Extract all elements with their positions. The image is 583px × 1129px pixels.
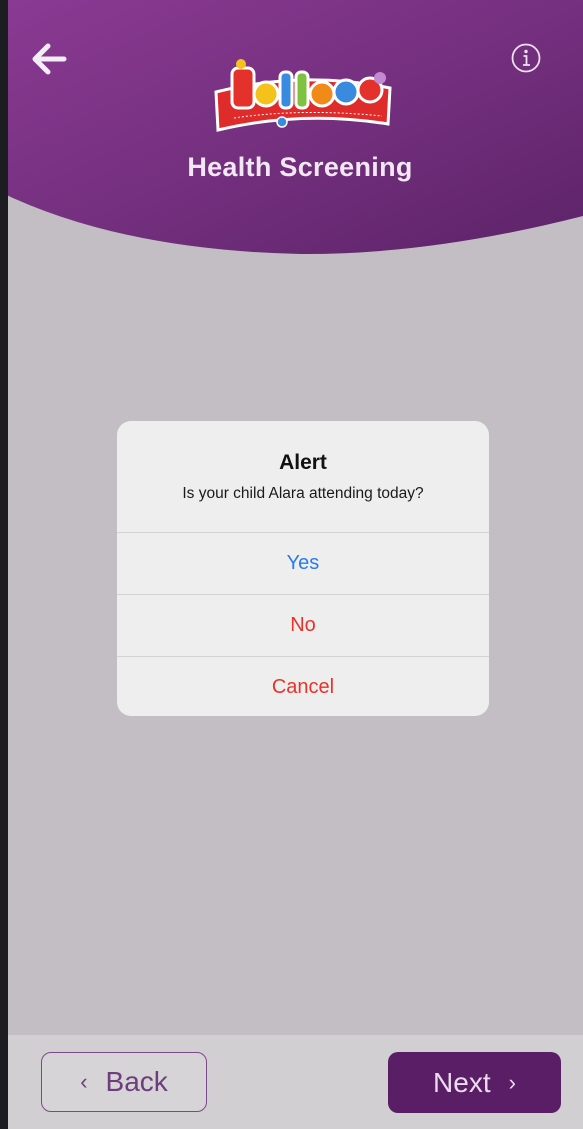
chevron-right-icon: › bbox=[508, 1069, 516, 1095]
info-circle-icon[interactable] bbox=[510, 42, 542, 74]
back-button-label: Back bbox=[105, 1066, 168, 1097]
screen: Health Screening Alert Is your child Ala… bbox=[0, 0, 583, 1129]
alert-message: Is your child Alara attending today? bbox=[182, 485, 424, 502]
next-button[interactable]: Next › bbox=[388, 1052, 561, 1113]
arrow-left-icon[interactable] bbox=[28, 38, 70, 80]
alert-title: Alert bbox=[279, 451, 327, 474]
page-title: Health Screening bbox=[187, 152, 413, 182]
alert-cancel-button[interactable]: Cancel bbox=[117, 656, 489, 716]
back-button[interactable]: ‹ Back bbox=[41, 1052, 207, 1112]
alert-yes-button[interactable]: Yes bbox=[117, 532, 489, 593]
next-button-label: Next bbox=[433, 1066, 491, 1098]
chevron-left-icon: ‹ bbox=[80, 1069, 88, 1094]
lullaboo-logo bbox=[214, 59, 392, 132]
alert-no-button[interactable]: No bbox=[117, 594, 489, 655]
device-bezel-edge bbox=[0, 0, 8, 1129]
alert-dialog: Alert Is your child Alara attending toda… bbox=[117, 421, 489, 716]
